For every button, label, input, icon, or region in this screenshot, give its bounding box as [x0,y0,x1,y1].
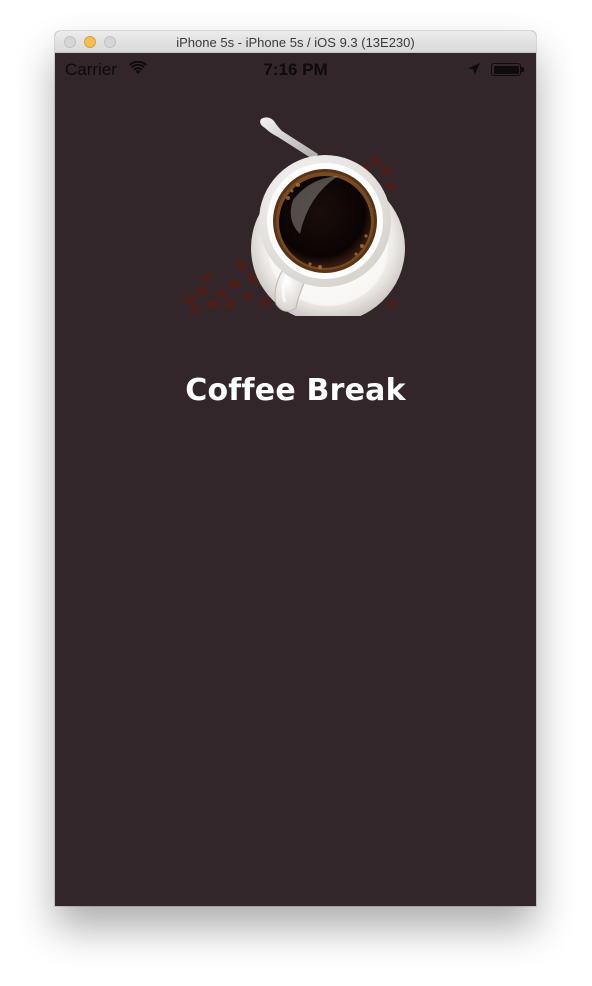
app-title: Coffee Break [185,373,406,408]
location-arrow-icon [468,63,480,75]
ios-status-bar: Carrier 7:16 PM [55,53,536,85]
status-time: 7:16 PM [263,60,328,79]
simulator-window: iPhone 5s - iPhone 5s / iOS 9.3 (13E230)… [55,31,536,906]
battery-icon [491,63,524,76]
coffee-cup-image [184,117,405,316]
window-titlebar[interactable]: iPhone 5s - iPhone 5s / iOS 9.3 (13E230) [55,31,536,53]
window-title: iPhone 5s - iPhone 5s / iOS 9.3 (13E230) [176,35,415,50]
